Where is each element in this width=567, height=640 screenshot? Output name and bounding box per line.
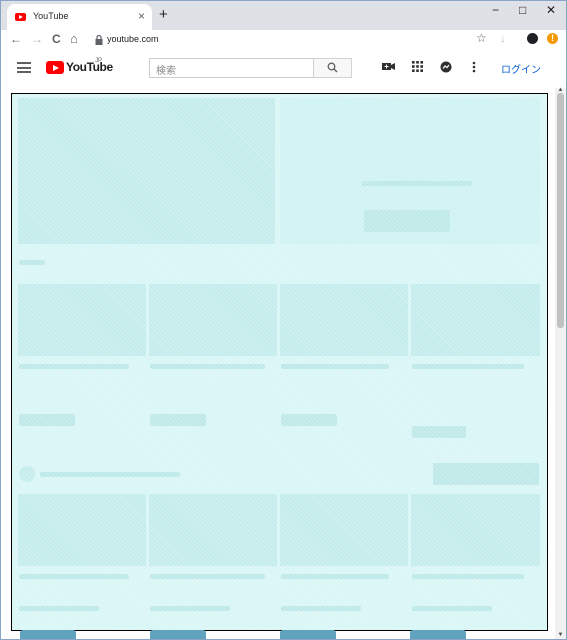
settings-more-icon[interactable]: [472, 61, 476, 73]
address-bar[interactable]: youtube.com: [107, 34, 159, 44]
create-video-icon[interactable]: [382, 61, 395, 72]
messages-icon[interactable]: [440, 61, 452, 73]
search-placeholder: 検索: [156, 66, 176, 77]
logo-region-label: JP: [95, 58, 103, 64]
download-icon[interactable]: ↓: [500, 31, 506, 45]
lower-badge: [150, 630, 206, 640]
overlay-pattern: [12, 94, 547, 630]
search-icon: [327, 62, 338, 73]
apps-grid-icon[interactable]: [412, 61, 423, 72]
tab-close-icon[interactable]: ×: [138, 9, 145, 23]
search-input[interactable]: 検索: [149, 58, 314, 78]
lower-badge: [280, 630, 336, 640]
minimize-button[interactable]: −: [492, 3, 499, 17]
forward-button[interactable]: →: [31, 32, 43, 46]
bookmark-star-icon[interactable]: ☆: [476, 31, 487, 45]
tab-title: YouTube: [33, 11, 69, 21]
scroll-down-icon[interactable]: ▼: [557, 632, 564, 638]
update-badge-icon[interactable]: !: [547, 33, 558, 44]
browser-tabstrip: YouTube × + − □ ✕: [0, 0, 567, 30]
lower-badge: [410, 630, 466, 640]
youtube-header: YouTube JP 検索 ログイン: [0, 50, 567, 88]
youtube-favicon-icon: [15, 13, 26, 21]
hamburger-menu-icon[interactable]: [17, 62, 31, 73]
profile-avatar-icon[interactable]: [527, 33, 538, 44]
reload-button[interactable]: C: [52, 32, 61, 46]
back-button[interactable]: ←: [10, 32, 22, 46]
maximize-button[interactable]: □: [519, 3, 526, 17]
content-overlay: [11, 93, 548, 631]
lock-icon: [95, 34, 103, 45]
youtube-logo-text[interactable]: YouTube: [66, 60, 113, 74]
close-window-button[interactable]: ✕: [546, 3, 556, 17]
lower-badge: [20, 630, 76, 640]
browser-toolbar: ← → C ⌂ youtube.com ☆ ↓ !: [0, 30, 567, 50]
new-tab-button[interactable]: +: [159, 7, 168, 23]
browser-tab-youtube[interactable]: YouTube ×: [7, 4, 152, 30]
login-button[interactable]: ログイン: [501, 61, 541, 76]
youtube-logo-icon[interactable]: [46, 61, 64, 74]
scrollbar-thumb[interactable]: [557, 93, 564, 328]
search-button[interactable]: [313, 58, 352, 78]
home-button[interactable]: ⌂: [70, 32, 78, 46]
